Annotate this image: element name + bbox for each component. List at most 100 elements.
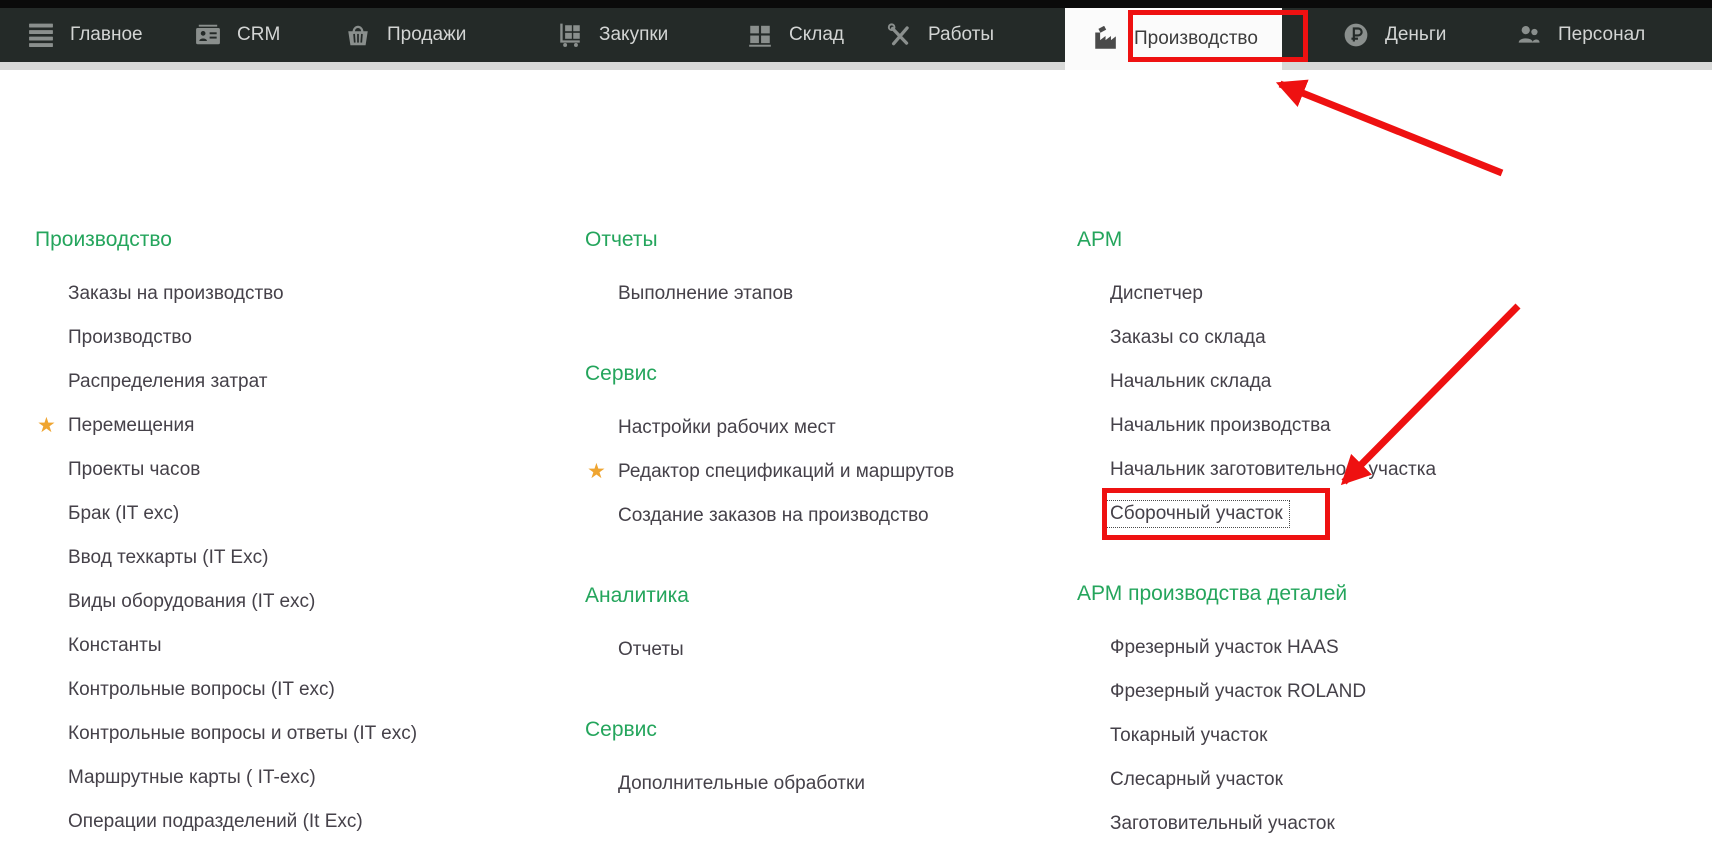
- menu-item[interactable]: Контрольные вопросы (IT exc): [35, 668, 417, 712]
- menu-item[interactable]: Заказы со склада: [1077, 316, 1436, 360]
- menu-group: СервисНастройки рабочих мест★Редактор сп…: [585, 356, 954, 538]
- tab-label: Продажи: [387, 24, 466, 46]
- menu-item[interactable]: Ввод техкарты (IT Exc): [35, 536, 417, 580]
- menu-item-label: Виды оборудования (IT exc): [68, 591, 315, 612]
- menu-item-label: Сборочный участок: [1103, 500, 1290, 528]
- tab-label: Закупки: [599, 24, 668, 46]
- menu-item-label: Начальник склада: [1110, 371, 1271, 392]
- menu-item[interactable]: Фрезерный участок HAAS: [1077, 626, 1436, 670]
- pallet-icon: [747, 22, 773, 48]
- menu-item[interactable]: Виды оборудования (IT exc): [35, 580, 417, 624]
- annotation-arrow-to-production-tab: [1280, 84, 1502, 173]
- menu-group: Аналитика Отчеты: [585, 578, 954, 672]
- menu-item[interactable]: Отчеты: [585, 628, 954, 672]
- menu-item[interactable]: Маршрутные карты ( IT-exc): [35, 756, 417, 800]
- menu-item-label: Ввод техкарты (IT Exc): [68, 547, 268, 568]
- menu-item-label: Распределения затрат: [68, 371, 267, 392]
- tab-production[interactable]: Производство: [1065, 8, 1282, 70]
- tools-icon: [886, 22, 912, 48]
- menu-column-2: Отчеты Выполнение этапов СервисНастройки р…: [585, 222, 954, 806]
- menu-item[interactable]: Заказы на производство: [35, 272, 417, 316]
- tab-purchases[interactable]: Закупки: [557, 8, 668, 62]
- menu-item-label: Начальник заготовительного участка: [1110, 459, 1436, 480]
- menu-item-label: Слесарный участок: [1110, 769, 1283, 790]
- menu-item[interactable]: Сборочный участок: [1077, 492, 1436, 536]
- hamburger-icon: [28, 22, 54, 48]
- contact-card-icon: [195, 22, 221, 48]
- tab-label: Главное: [70, 24, 143, 46]
- menu-item-label: Дополнительные обработки: [618, 773, 865, 794]
- group-title: АРМ: [1077, 222, 1436, 258]
- menu-group: Производство Заказы на производство Произв…: [35, 222, 417, 844]
- menu-item[interactable]: Начальник склада: [1077, 360, 1436, 404]
- tab-warehouse[interactable]: Склад: [747, 8, 844, 62]
- group-title: Производство: [35, 222, 417, 258]
- group-title: Отчеты: [585, 222, 954, 258]
- menu-item[interactable]: Дополнительные обработки: [585, 762, 954, 806]
- tab-label: Производство: [1134, 28, 1258, 50]
- menu-item-label: Проекты часов: [68, 459, 200, 480]
- factory-icon: [1092, 26, 1118, 52]
- topbar-bottom-strip: [0, 62, 1712, 70]
- menu-item[interactable]: Контрольные вопросы и ответы (IT exc): [35, 712, 417, 756]
- menu-item[interactable]: Диспетчер: [1077, 272, 1436, 316]
- menu-item[interactable]: Брак (IT exc): [35, 492, 417, 536]
- group-title: Аналитика: [585, 578, 954, 614]
- tab-money[interactable]: Деньги: [1343, 8, 1446, 62]
- menu-item-label: Константы: [68, 635, 162, 656]
- tab-sales[interactable]: Продажи: [345, 8, 466, 62]
- menu-item-label: Создание заказов на производство: [618, 505, 929, 526]
- tab-main[interactable]: Главное: [28, 8, 143, 62]
- menu-item-label: Отчеты: [618, 639, 684, 660]
- menu-item[interactable]: Заготовительный участок: [1077, 802, 1436, 846]
- tab-label: Работы: [928, 24, 994, 46]
- menu-item[interactable]: Слесарный участок: [1077, 758, 1436, 802]
- menu-group: АРМ Диспетчер Заказы со склада Начальник ск…: [1077, 222, 1436, 536]
- topbar-top-strip: [0, 0, 1712, 8]
- menu-item-label: Контрольные вопросы (IT exc): [68, 679, 335, 700]
- menu-group: АРМ производства деталей Фрезерный участо…: [1077, 576, 1436, 846]
- topbar-tab-strip: Главное CRM Продажи Закупки Склад Работы Произ…: [0, 8, 1712, 62]
- menu-item-label: Контрольные вопросы и ответы (IT exc): [68, 723, 417, 744]
- menu-item[interactable]: Токарный участок: [1077, 714, 1436, 758]
- menu-item-label: Брак (IT exc): [68, 503, 179, 524]
- menu-item-label: Диспетчер: [1110, 283, 1203, 304]
- menu-item-label: Маршрутные карты ( IT-exc): [68, 767, 316, 788]
- tab-label: Персонал: [1558, 24, 1645, 46]
- menu-item[interactable]: Создание заказов на производство: [585, 494, 954, 538]
- menu-item[interactable]: Операции подразделений (It Exc): [35, 800, 417, 844]
- menu-item-label: Выполнение этапов: [618, 283, 793, 304]
- menu-item-label: Токарный участок: [1110, 725, 1267, 746]
- menu-column-1: Производство Заказы на производство Произв…: [35, 222, 417, 844]
- menu-item[interactable]: Проекты часов: [35, 448, 417, 492]
- menu-item[interactable]: Начальник производства: [1077, 404, 1436, 448]
- menu-item[interactable]: Начальник заготовительного участка: [1077, 448, 1436, 492]
- tab-works[interactable]: Работы: [886, 8, 994, 62]
- menu-group: Отчеты Выполнение этапов: [585, 222, 954, 316]
- topbar: Главное CRM Продажи Закупки Склад Работы Произ…: [0, 0, 1712, 70]
- menu-item-label: Производство: [68, 327, 192, 348]
- menu-item[interactable]: Производство: [35, 316, 417, 360]
- menu-item-label: Операции подразделений (It Exc): [68, 811, 363, 832]
- menu-item-label: Фрезерный участок HAAS: [1110, 637, 1339, 658]
- group-title: АРМ производства деталей: [1077, 576, 1436, 612]
- menu-item[interactable]: ★Редактор спецификаций и маршрутов: [585, 450, 954, 494]
- menu-item[interactable]: Фрезерный участок ROLAND: [1077, 670, 1436, 714]
- menu-column-3: АРМ Диспетчер Заказы со склада Начальник ск…: [1077, 222, 1436, 846]
- tab-crm[interactable]: CRM: [195, 8, 280, 62]
- menu-item[interactable]: Константы: [35, 624, 417, 668]
- cart-icon: [557, 22, 583, 48]
- menu-item-label: Перемещения: [68, 415, 194, 436]
- menu-item-label: Заказы на производство: [68, 283, 284, 304]
- tab-staff[interactable]: Персонал: [1516, 8, 1645, 62]
- menu-item[interactable]: Распределения затрат: [35, 360, 417, 404]
- menu-item[interactable]: Настройки рабочих мест: [585, 406, 954, 450]
- menu-item-label: Настройки рабочих мест: [618, 417, 836, 438]
- menu-item[interactable]: Выполнение этапов: [585, 272, 954, 316]
- menu-item[interactable]: ★ Перемещения: [35, 404, 417, 448]
- tab-label: Склад: [789, 24, 844, 46]
- menu-item-label: Фрезерный участок ROLAND: [1110, 681, 1366, 702]
- tab-label: CRM: [237, 24, 280, 46]
- tab-label: Деньги: [1385, 24, 1446, 46]
- favorite-star-icon: ★: [37, 404, 56, 448]
